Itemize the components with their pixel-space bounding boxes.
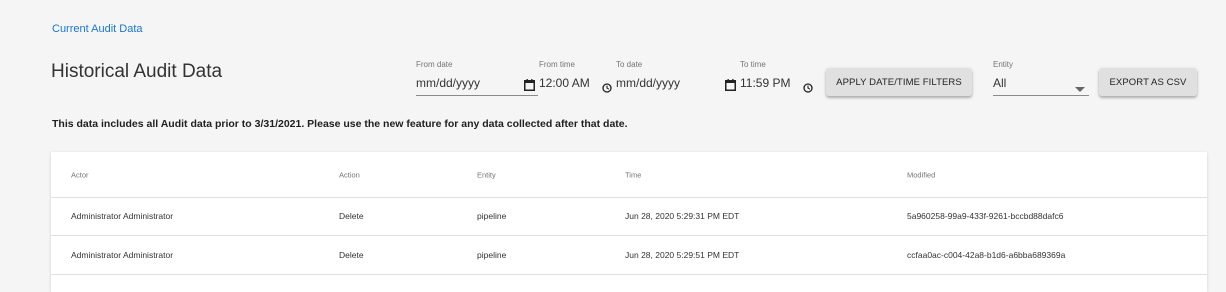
to-time-label: To time: [740, 60, 766, 69]
to-time-field[interactable]: To time 11:59 PM: [740, 60, 814, 96]
column-header-modified[interactable]: Modified: [907, 170, 935, 179]
calendar-icon[interactable]: [524, 78, 535, 96]
actor-cell: Administrator Administrator: [71, 211, 174, 221]
modified-cell: 5a960258-99a9-433f-9261-bccbd88dafc6: [907, 211, 1064, 221]
column-header-time[interactable]: Time: [625, 170, 641, 179]
from-date-input[interactable]: mm/dd/yyyy: [416, 74, 538, 92]
apply-filters-button[interactable]: APPLY DATE/TIME FILTERS: [826, 68, 972, 96]
clock-icon[interactable]: [803, 80, 813, 98]
data-notice: This data includes all Audit data prior …: [52, 118, 628, 130]
audit-table: Actor Action Entity Time Modified Admini…: [51, 152, 1207, 292]
entity-cell: pipeline: [477, 250, 507, 260]
to-date-label: To date: [616, 60, 643, 69]
table-row[interactable]: Administrator Administrator Delete pipel…: [51, 236, 1207, 275]
table-row[interactable]: Administrator Administrator Delete pipel…: [51, 197, 1207, 236]
actor-cell: Administrator Administrator: [71, 250, 174, 260]
column-header-entity[interactable]: Entity: [477, 170, 496, 179]
time-cell: Jun 28, 2020 5:29:31 PM EDT: [625, 211, 740, 221]
entity-cell: pipeline: [477, 211, 507, 221]
entity-underline: [993, 95, 1089, 96]
calendar-icon[interactable]: [725, 78, 736, 96]
time-cell: Jun 28, 2020 5:29:51 PM EDT: [625, 250, 740, 260]
modified-cell: ccfaa0ac-c004-42a8-b1d6-a6bba689369a: [907, 250, 1066, 260]
from-time-field[interactable]: From time 12:00 AM: [539, 60, 613, 96]
from-date-field[interactable]: From date mm/dd/yyyy: [416, 60, 538, 96]
action-cell: Delete: [339, 250, 364, 260]
to-date-field[interactable]: To date mm/dd/yyyy: [616, 60, 738, 96]
column-header-actor[interactable]: Actor: [71, 170, 89, 179]
action-cell: Delete: [339, 211, 364, 221]
column-header-action[interactable]: Action: [339, 170, 360, 179]
to-date-input[interactable]: mm/dd/yyyy: [616, 74, 738, 92]
from-time-label: From time: [539, 60, 575, 69]
from-date-underline: [416, 95, 538, 96]
clock-icon[interactable]: [602, 80, 612, 98]
from-date-label: From date: [416, 60, 453, 69]
table-header: Actor Action Entity Time Modified: [51, 152, 1207, 198]
export-csv-button[interactable]: EXPORT AS CSV: [1099, 68, 1197, 96]
entity-label: Entity: [993, 60, 1014, 69]
page-title: Historical Audit Data: [51, 61, 223, 82]
entity-select[interactable]: Entity All: [993, 60, 1089, 96]
breadcrumb-link[interactable]: Current Audit Data: [52, 23, 143, 35]
